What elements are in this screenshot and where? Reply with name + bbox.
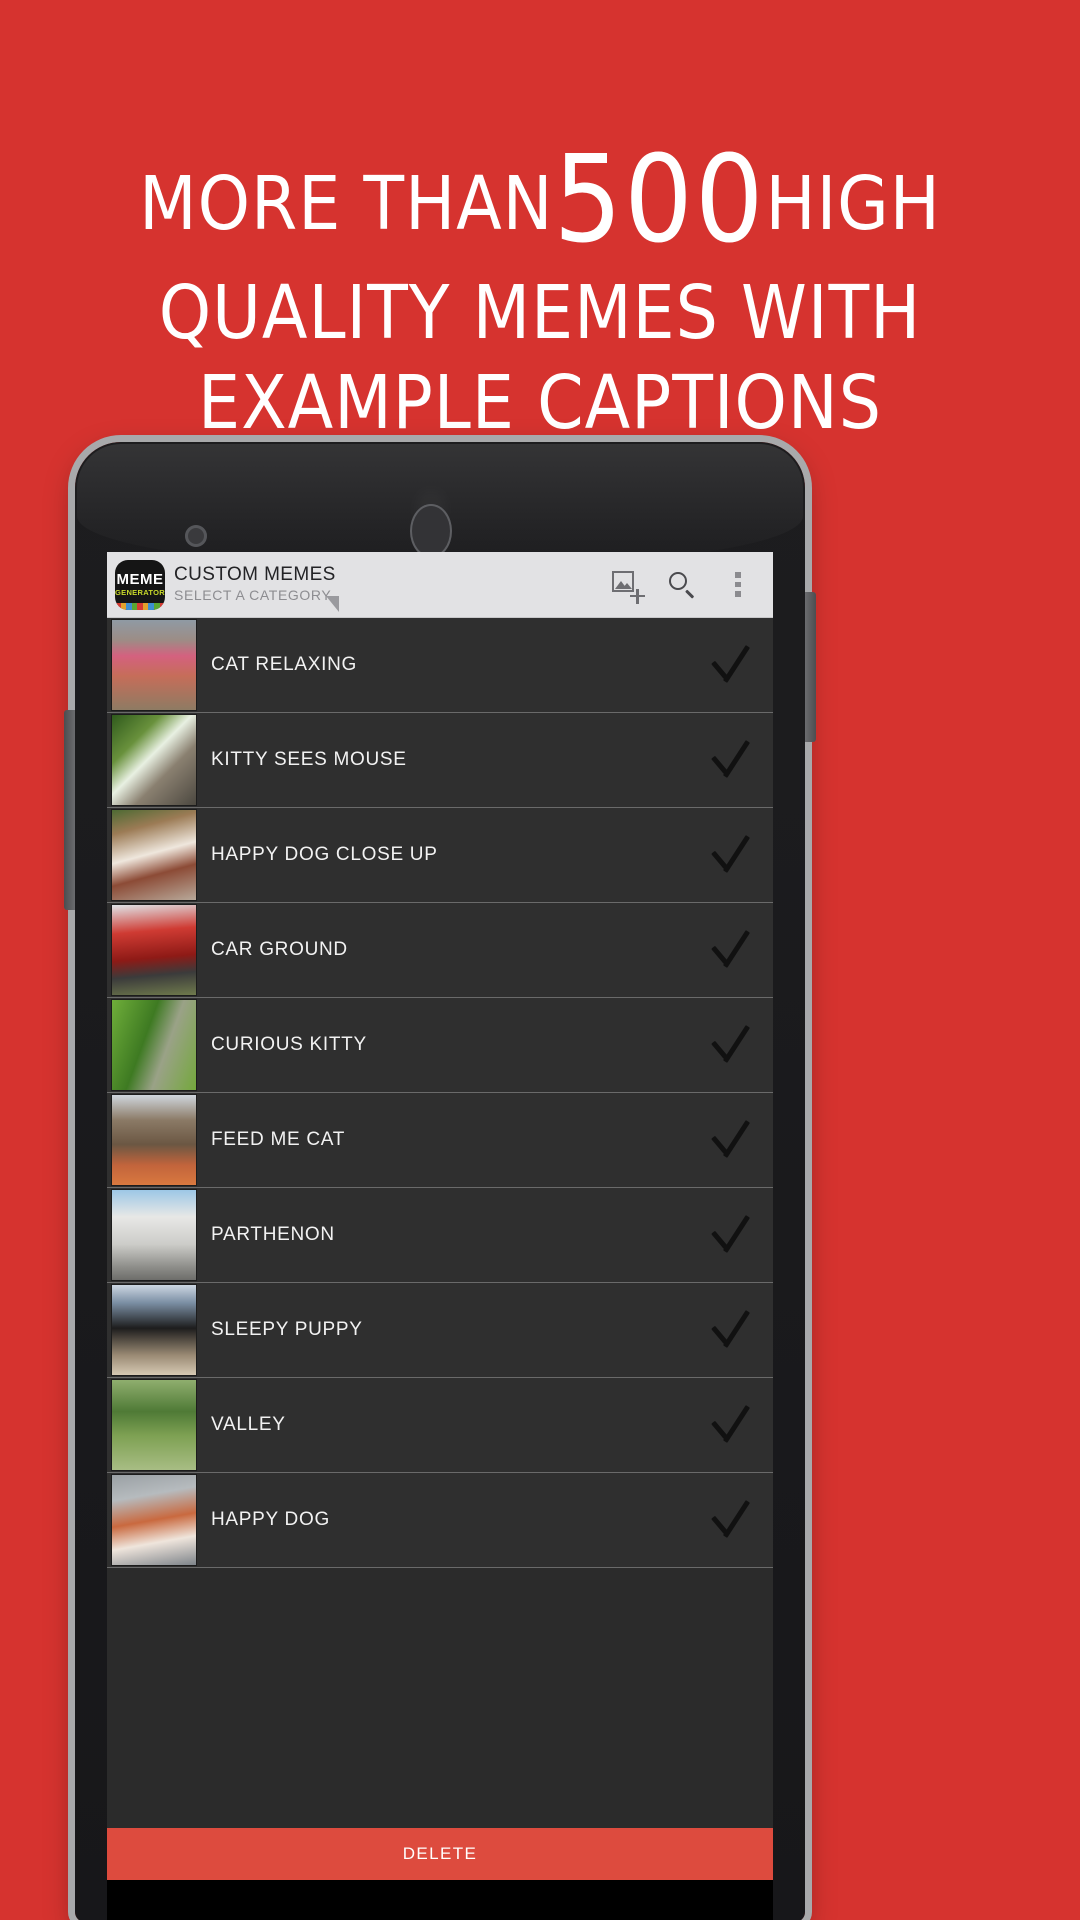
search-handle: [684, 588, 695, 599]
checkmark-long-stroke: [722, 1215, 751, 1253]
checkmark-icon[interactable]: [705, 1493, 759, 1547]
meme-list-item[interactable]: HAPPY DOG CLOSE UP: [107, 808, 773, 903]
checkmark-icon[interactable]: [705, 733, 759, 787]
headline-line-3: EXAMPLE CAPTIONS: [198, 359, 882, 446]
meme-thumbnail: [111, 809, 197, 901]
checkmark-icon[interactable]: [705, 1303, 759, 1357]
checkmark-long-stroke: [722, 1120, 751, 1158]
meme-item-label: PARTHENON: [211, 1224, 335, 1245]
meme-thumbnail: [111, 714, 197, 806]
toolbar-actions: [611, 570, 765, 604]
meme-list-item[interactable]: VALLEY: [107, 1378, 773, 1473]
meme-list-item[interactable]: CAR GROUND: [107, 903, 773, 998]
phone-mockup: MEME GENERATOR CUSTOM MEMES SELECT A CAT…: [64, 442, 816, 1920]
system-navigation-bar: [107, 1880, 773, 1920]
meme-list-item[interactable]: FEED ME CAT: [107, 1093, 773, 1188]
checkmark-long-stroke: [722, 1405, 751, 1443]
app-toolbar: MEME GENERATOR CUSTOM MEMES SELECT A CAT…: [107, 552, 773, 618]
meme-thumbnail: [111, 904, 197, 996]
meme-list-item[interactable]: PARTHENON: [107, 1188, 773, 1283]
overflow-dot-2: [735, 581, 741, 588]
meme-list-item[interactable]: CAT RELAXING: [107, 618, 773, 713]
checkmark-long-stroke: [722, 835, 751, 873]
checkmark-long-stroke: [722, 740, 751, 778]
meme-thumbnail: [111, 619, 197, 711]
checkmark-icon[interactable]: [705, 1113, 759, 1167]
checkmark-icon[interactable]: [705, 1398, 759, 1452]
meme-item-label: HAPPY DOG: [211, 1509, 330, 1530]
toolbar-title: CUSTOM MEMES: [174, 564, 336, 586]
headline-line-1: MORE THAN500HIGH: [0, 139, 1080, 262]
delete-button[interactable]: DELETE: [107, 1828, 773, 1880]
volume-button[interactable]: [64, 710, 75, 910]
overflow-dot-1: [735, 572, 741, 578]
promo-headline: MORE THAN500HIGH QUALITY MEMES WITH EXAM…: [0, 139, 1080, 446]
app-logo-primary-text: MEME: [116, 571, 164, 589]
front-sensor-icon: [185, 525, 207, 547]
meme-thumbnail: [111, 999, 197, 1091]
checkmark-icon[interactable]: [705, 1018, 759, 1072]
checkmark-icon[interactable]: [705, 828, 759, 882]
meme-item-label: CAR GROUND: [211, 939, 348, 960]
meme-thumbnail: [111, 1189, 197, 1281]
toolbar-subtitle: SELECT A CATEGORY: [174, 587, 332, 604]
earpiece-speaker-icon: [410, 504, 452, 558]
headline-count: 500: [553, 131, 766, 270]
add-image-peak-b: [622, 582, 632, 589]
power-button[interactable]: [805, 592, 816, 742]
headline-line-2: QUALITY MEMES WITH: [158, 270, 922, 357]
meme-thumbnail: [111, 1284, 197, 1376]
overflow-menu-icon[interactable]: [723, 570, 753, 600]
meme-list-item[interactable]: SLEEPY PUPPY: [107, 1283, 773, 1378]
meme-item-label: HAPPY DOG CLOSE UP: [211, 844, 438, 865]
meme-list-item[interactable]: CURIOUS KITTY: [107, 998, 773, 1093]
app-logo-secondary-text: GENERATOR: [115, 588, 165, 598]
headline-line-1-pre: MORE THAN: [139, 161, 554, 247]
meme-item-label: FEED ME CAT: [211, 1129, 346, 1150]
meme-list[interactable]: CAT RELAXING KITTY SEES MOUSE HAPPY DOG CL…: [107, 618, 773, 1920]
search-icon[interactable]: [667, 570, 697, 600]
meme-list-item[interactable]: HAPPY DOG: [107, 1473, 773, 1568]
meme-thumbnail: [111, 1094, 197, 1186]
meme-thumbnail: [111, 1379, 197, 1471]
meme-thumbnail: [111, 1474, 197, 1566]
checkmark-long-stroke: [722, 1310, 751, 1348]
checkmark-icon[interactable]: [705, 923, 759, 977]
category-dropdown-caret-icon[interactable]: [326, 595, 339, 612]
checkmark-long-stroke: [722, 1025, 751, 1063]
delete-button-label: DELETE: [402, 1844, 478, 1863]
overflow-dot-3: [735, 591, 741, 597]
checkmark-long-stroke: [722, 1500, 751, 1538]
meme-list-item[interactable]: KITTY SEES MOUSE: [107, 713, 773, 808]
meme-item-label: SLEEPY PUPPY: [211, 1319, 363, 1340]
meme-item-label: KITTY SEES MOUSE: [211, 749, 407, 770]
checkmark-icon[interactable]: [705, 1208, 759, 1262]
toolbar-titles[interactable]: CUSTOM MEMES SELECT A CATEGORY: [174, 564, 611, 612]
add-image-plus-vertical: [636, 588, 639, 604]
app-logo-stripe-9: [159, 602, 165, 610]
checkmark-icon[interactable]: [705, 638, 759, 692]
headline-line-1-post: HIGH: [765, 161, 941, 247]
checkmark-long-stroke: [722, 930, 751, 968]
phone-screen: MEME GENERATOR CUSTOM MEMES SELECT A CAT…: [107, 552, 773, 1920]
add-image-icon[interactable]: [611, 570, 645, 604]
app-logo[interactable]: MEME GENERATOR: [115, 559, 165, 610]
search-lens: [669, 571, 687, 590]
meme-item-label: CURIOUS KITTY: [211, 1034, 367, 1055]
app-logo-stripes: [115, 602, 165, 610]
meme-item-label: VALLEY: [211, 1414, 286, 1435]
checkmark-long-stroke: [722, 645, 751, 683]
meme-item-label: CAT RELAXING: [211, 654, 358, 675]
